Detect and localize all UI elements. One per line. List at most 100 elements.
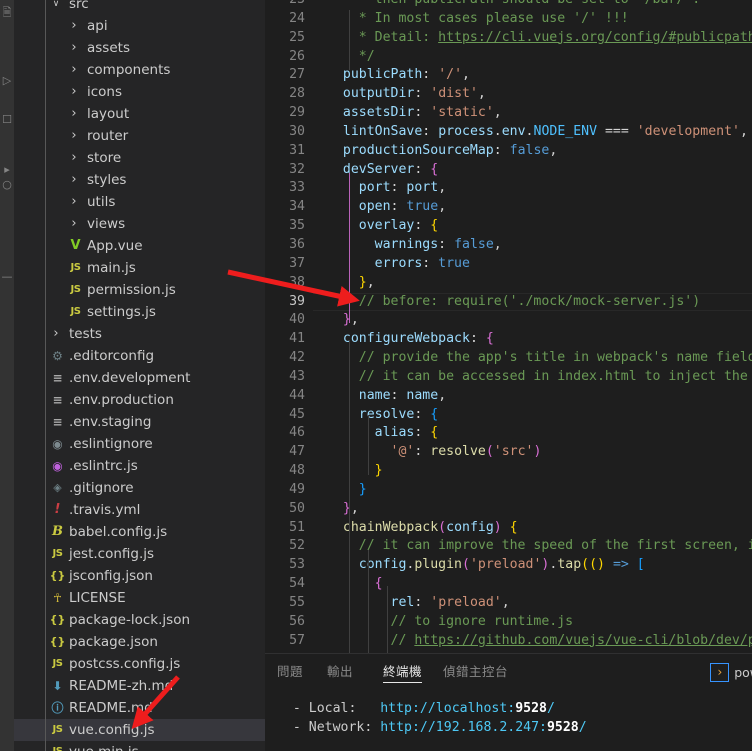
code-line-45[interactable]: 45 resolve: { <box>265 406 752 425</box>
tree-item-tests[interactable]: › tests <box>14 323 265 345</box>
code-line-34[interactable]: 34 open: true, <box>265 198 752 217</box>
tree-item-icons[interactable]: › icons <box>14 81 265 103</box>
tree-item-vue-config-js[interactable]: JS vue.config.js <box>14 719 265 741</box>
code-line-47[interactable]: 47 '@': resolve('src') <box>265 443 752 462</box>
tree-item-layout[interactable]: › layout <box>14 103 265 125</box>
tree-item-src[interactable]: ∨ src <box>14 0 265 15</box>
code-line-41[interactable]: 41 configureWebpack: { <box>265 330 752 349</box>
chevron-right-icon[interactable]: › <box>66 37 82 59</box>
tree-item-api[interactable]: › api <box>14 15 265 37</box>
code-line-39[interactable]: 39 // before: require('./mock/mock-serve… <box>265 292 752 312</box>
tree-item-eslintrc-js[interactable]: ◉ .eslintrc.js <box>14 455 265 477</box>
code-line-52[interactable]: 52 // it can improve the speed of the fi… <box>265 537 752 556</box>
tree-item-env-production[interactable]: ≡ .env.production <box>14 389 265 411</box>
tree-item-settings-js[interactable]: JS settings.js <box>14 301 265 323</box>
extensions-icon[interactable]: ○ <box>0 178 14 192</box>
remote-icon[interactable]: — <box>0 270 14 284</box>
tree-item-main-js[interactable]: JS main.js <box>14 257 265 279</box>
chevron-right-icon[interactable]: › <box>66 191 82 213</box>
code-line-56[interactable]: 56 // to ignore runtime.js <box>265 613 752 632</box>
code-line-32[interactable]: 32 devServer: { <box>265 161 752 180</box>
tree-item-env-development[interactable]: ≡ .env.development <box>14 367 265 389</box>
tree-item-styles[interactable]: › styles <box>14 169 265 191</box>
code-line-51[interactable]: 51 chainWebpack(config) { <box>265 519 752 538</box>
tree-item-app-vue[interactable]: V App.vue <box>14 235 265 257</box>
token: chainWebpack <box>342 519 439 535</box>
tree-item-vue-min-js[interactable]: JSvue.min.js <box>14 741 265 751</box>
tree-item-router[interactable]: › router <box>14 125 265 147</box>
code-line-49[interactable]: 49 } <box>265 481 752 500</box>
chevron-right-icon[interactable]: › <box>66 103 82 125</box>
tree-item-babel-config-js[interactable]: Bbabel.config.js <box>14 521 265 543</box>
code-line-28[interactable]: 28 outputDir: 'dist', <box>265 85 752 104</box>
tree-item-components[interactable]: › components <box>14 59 265 81</box>
tree-item-editorconfig[interactable]: ⚙ .editorconfig <box>14 345 265 367</box>
chevron-right-icon[interactable]: › <box>48 323 64 345</box>
run-debug-icon[interactable]: ▸ <box>0 163 14 177</box>
tree-item-jest-config-js[interactable]: JS jest.config.js <box>14 543 265 565</box>
code-line-38[interactable]: 38 }, <box>265 274 752 293</box>
chevron-right-icon[interactable]: › <box>66 15 82 37</box>
chevron-right-icon[interactable]: › <box>66 213 82 235</box>
chevron-right-icon[interactable]: › <box>66 147 82 169</box>
file-tree[interactable]: ∨ src › api › assets › components › icons › layout ›… <box>14 0 265 751</box>
code-line-26[interactable]: 26 */ <box>265 48 752 67</box>
code-line-57[interactable]: 57 // https://github.com/vuejs/vue-cli/b… <box>265 632 752 651</box>
code-line-29[interactable]: 29 assetsDir: 'static', <box>265 104 752 123</box>
tree-item-jsconfig-json[interactable]: {} jsconfig.json <box>14 565 265 587</box>
tree-item-eslintignore[interactable]: ◉ .eslintignore <box>14 433 265 455</box>
tree-item-postcss-config-js[interactable]: JS postcss.config.js <box>14 653 265 675</box>
tree-item-assets[interactable]: › assets <box>14 37 265 59</box>
code-line-27[interactable]: 27 publicPath: '/', <box>265 66 752 85</box>
tree-item-readme-md[interactable]: ⓘ README.md <box>14 697 265 719</box>
tab-output[interactable]: 輸出 <box>327 654 353 689</box>
chevron-right-icon[interactable]: › <box>66 59 82 81</box>
tree-item-readme-zh-md[interactable]: ⬇ README-zh.md <box>14 675 265 697</box>
chevron-down-icon[interactable]: ∨ <box>48 0 64 15</box>
tree-item-store[interactable]: › store <box>14 147 265 169</box>
code-line-46[interactable]: 46 alias: { <box>265 424 752 443</box>
tree-item-env-staging[interactable]: ≡ .env.staging <box>14 411 265 433</box>
tab-terminal[interactable]: 終端機 <box>383 654 423 689</box>
code-line-31[interactable]: 31 productionSourceMap: false, <box>265 142 752 161</box>
code-line-23[interactable]: 23 * then publicPath should be set to '/… <box>265 0 752 10</box>
chevron-right-icon[interactable]: › <box>66 169 82 191</box>
code-line-40[interactable]: 40 }, <box>265 311 752 330</box>
code-line-37[interactable]: 37 errors: true <box>265 255 752 274</box>
code-line-50[interactable]: 50 }, <box>265 500 752 519</box>
panel-tab-bar[interactable]: 問題 輸出 終端機 偵錯主控台 <box>265 654 752 689</box>
terminal-token: / <box>546 701 555 716</box>
code-line-53[interactable]: 53 config.plugin('preload').tap(() => [ <box>265 556 752 575</box>
code-line-42[interactable]: 42 // provide the app's title in webpack… <box>265 349 752 368</box>
tree-item-package-lock-json[interactable]: {} package-lock.json <box>14 609 265 631</box>
source-control-icon[interactable]: ☐ <box>0 113 14 127</box>
code-line-55[interactable]: 55 rel: 'preload', <box>265 594 752 613</box>
code-line-33[interactable]: 33 port: port, <box>265 179 752 198</box>
code-line-30[interactable]: 30 lintOnSave: process.env.NODE_ENV === … <box>265 123 752 142</box>
chevron-right-icon[interactable]: › <box>66 81 82 103</box>
explorer-icon[interactable]: 🗎 <box>0 6 14 20</box>
tree-item-gitignore[interactable]: ◈ .gitignore <box>14 477 265 499</box>
code-line-24[interactable]: 24 * In most cases please use '/' !!! <box>265 10 752 29</box>
terminal-instance-chip[interactable]: › pow <box>710 662 752 682</box>
tab-problems[interactable]: 問題 <box>277 654 303 689</box>
tab-debug-console[interactable]: 偵錯主控台 <box>443 654 508 689</box>
tree-item-package-json[interactable]: {} package.json <box>14 631 265 653</box>
code-line-36[interactable]: 36 warnings: false, <box>265 236 752 255</box>
code-line-44[interactable]: 44 name: name, <box>265 387 752 406</box>
code-line-35[interactable]: 35 overlay: { <box>265 217 752 236</box>
code-line-43[interactable]: 43 // it can be accessed in index.html t… <box>265 368 752 387</box>
tree-item-views[interactable]: › views <box>14 213 265 235</box>
code-line-54[interactable]: 54 { <box>265 575 752 594</box>
code-line-25[interactable]: 25 * Detail: https://cli.vuejs.org/confi… <box>265 29 752 48</box>
tree-item-utils[interactable]: › utils <box>14 191 265 213</box>
tree-item-permission-js[interactable]: JS permission.js <box>14 279 265 301</box>
terminal-output[interactable]: - Local: http://localhost:9528/ - Networ… <box>265 689 752 751</box>
search-icon[interactable]: ▷ <box>0 74 14 88</box>
tree-item-license[interactable]: ☥ LICENSE <box>14 587 265 609</box>
tree-item-travis-yml[interactable]: ! .travis.yml <box>14 499 265 521</box>
chevron-right-icon[interactable]: › <box>66 125 82 147</box>
code-line-48[interactable]: 48 } <box>265 462 752 481</box>
code-editor[interactable]: 23 * then publicPath should be set to '/… <box>265 0 752 653</box>
